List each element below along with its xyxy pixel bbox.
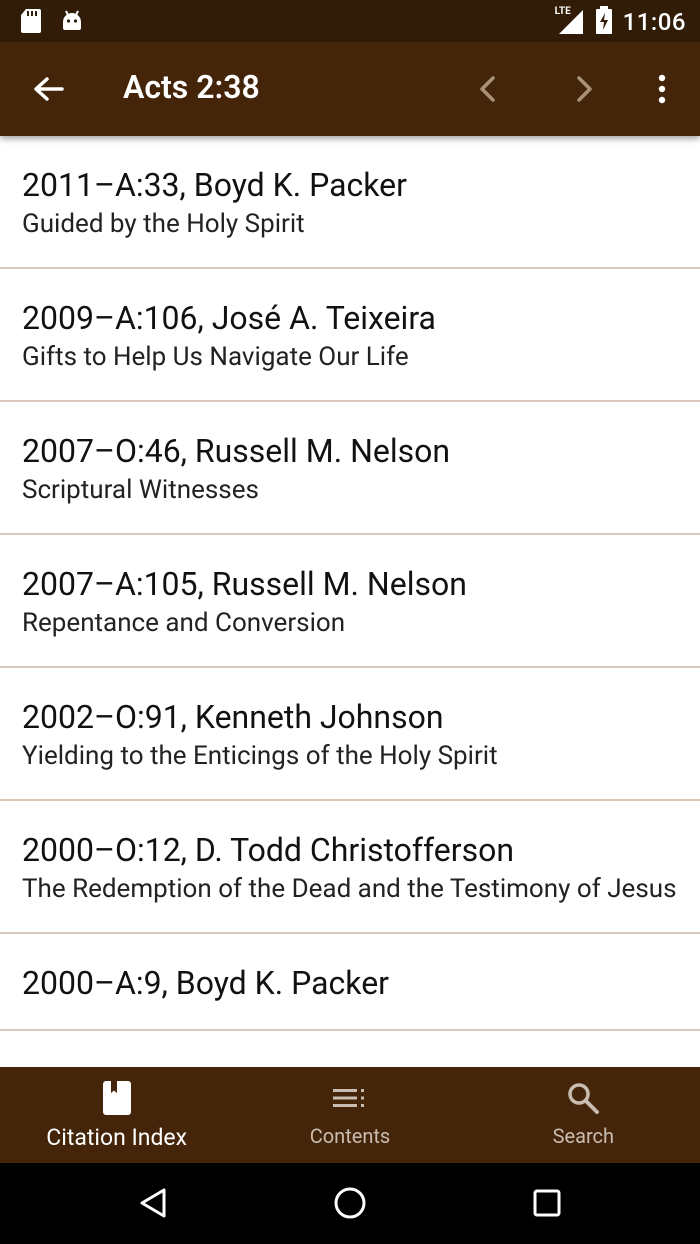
search-icon [566, 1079, 600, 1117]
list-item[interactable]: 2009–A:106, José A. Teixeira Gifts to He… [0, 269, 700, 402]
list-item[interactable]: 2007–A:105, Russell M. Nelson Repentance… [0, 535, 700, 668]
citation-heading: 2011–A:33, Boyd K. Packer [22, 166, 407, 204]
list-item[interactable]: 2002–O:91, Kenneth Johnson Yielding to t… [0, 668, 700, 801]
next-chevron-icon[interactable] [564, 69, 604, 109]
tab-label: Contents [309, 1124, 391, 1148]
clock: 11:06 [622, 8, 686, 36]
citation-heading: 2000–A:9, Boyd K. Packer [22, 964, 389, 1002]
home-circle-icon[interactable] [330, 1183, 370, 1223]
citation-title: Scriptural Witnesses [22, 475, 259, 505]
tab-label: Citation Index [46, 1124, 188, 1151]
list-item[interactable]: 2000–A:9, Boyd K. Packer [0, 934, 700, 1031]
citation-heading: 2000–O:12, D. Todd Christofferson [22, 831, 515, 869]
system-navigation-bar [0, 1163, 700, 1244]
citation-title: Repentance and Conversion [22, 608, 346, 638]
notification-icons [20, 8, 84, 38]
status-bar: LTE 11:06 [0, 0, 700, 42]
citation-title: The Redemption of the Dead and the Testi… [22, 874, 677, 904]
android-debug-icon [60, 8, 84, 38]
citation-heading: 2007–A:105, Russell M. Nelson [22, 565, 467, 603]
citation-heading: 2002–O:91, Kenneth Johnson [22, 698, 444, 736]
tab-citation-index[interactable]: Citation Index [0, 1067, 233, 1163]
lte-signal-icon: LTE [555, 6, 585, 36]
sd-card-icon [20, 8, 42, 38]
citation-title: Gifts to Help Us Navigate Our Life [22, 342, 409, 372]
bottom-navigation: Citation Index Contents Search [0, 1067, 700, 1163]
recents-square-icon[interactable] [527, 1183, 567, 1223]
citation-list: 2011–A:33, Boyd K. Packer Guided by the … [0, 136, 700, 1067]
previous-chevron-icon[interactable] [468, 69, 508, 109]
list-item[interactable]: 2011–A:33, Boyd K. Packer Guided by the … [0, 136, 700, 269]
more-options-icon[interactable] [642, 69, 682, 109]
back-triangle-icon[interactable] [134, 1183, 174, 1223]
citation-title: Yielding to the Enticings of the Holy Sp… [22, 741, 498, 771]
back-arrow-icon[interactable] [28, 69, 68, 109]
citation-heading: 2007–O:46, Russell M. Nelson [22, 432, 451, 470]
app-bar: Acts 2:38 [0, 42, 700, 136]
list-icon [332, 1079, 367, 1117]
tab-search[interactable]: Search [467, 1067, 700, 1163]
list-item[interactable]: 2000–O:12, D. Todd Christofferson The Re… [0, 801, 700, 934]
list-item[interactable]: 2007–O:46, Russell M. Nelson Scriptural … [0, 402, 700, 535]
page-title: Acts 2:38 [123, 68, 260, 106]
bookmark-book-icon [102, 1079, 132, 1117]
tab-label: Search [552, 1124, 615, 1148]
battery-charging-icon [595, 6, 613, 38]
tab-contents[interactable]: Contents [233, 1067, 466, 1163]
citation-heading: 2009–A:106, José A. Teixeira [22, 299, 436, 337]
citation-title: Guided by the Holy Spirit [22, 209, 305, 239]
